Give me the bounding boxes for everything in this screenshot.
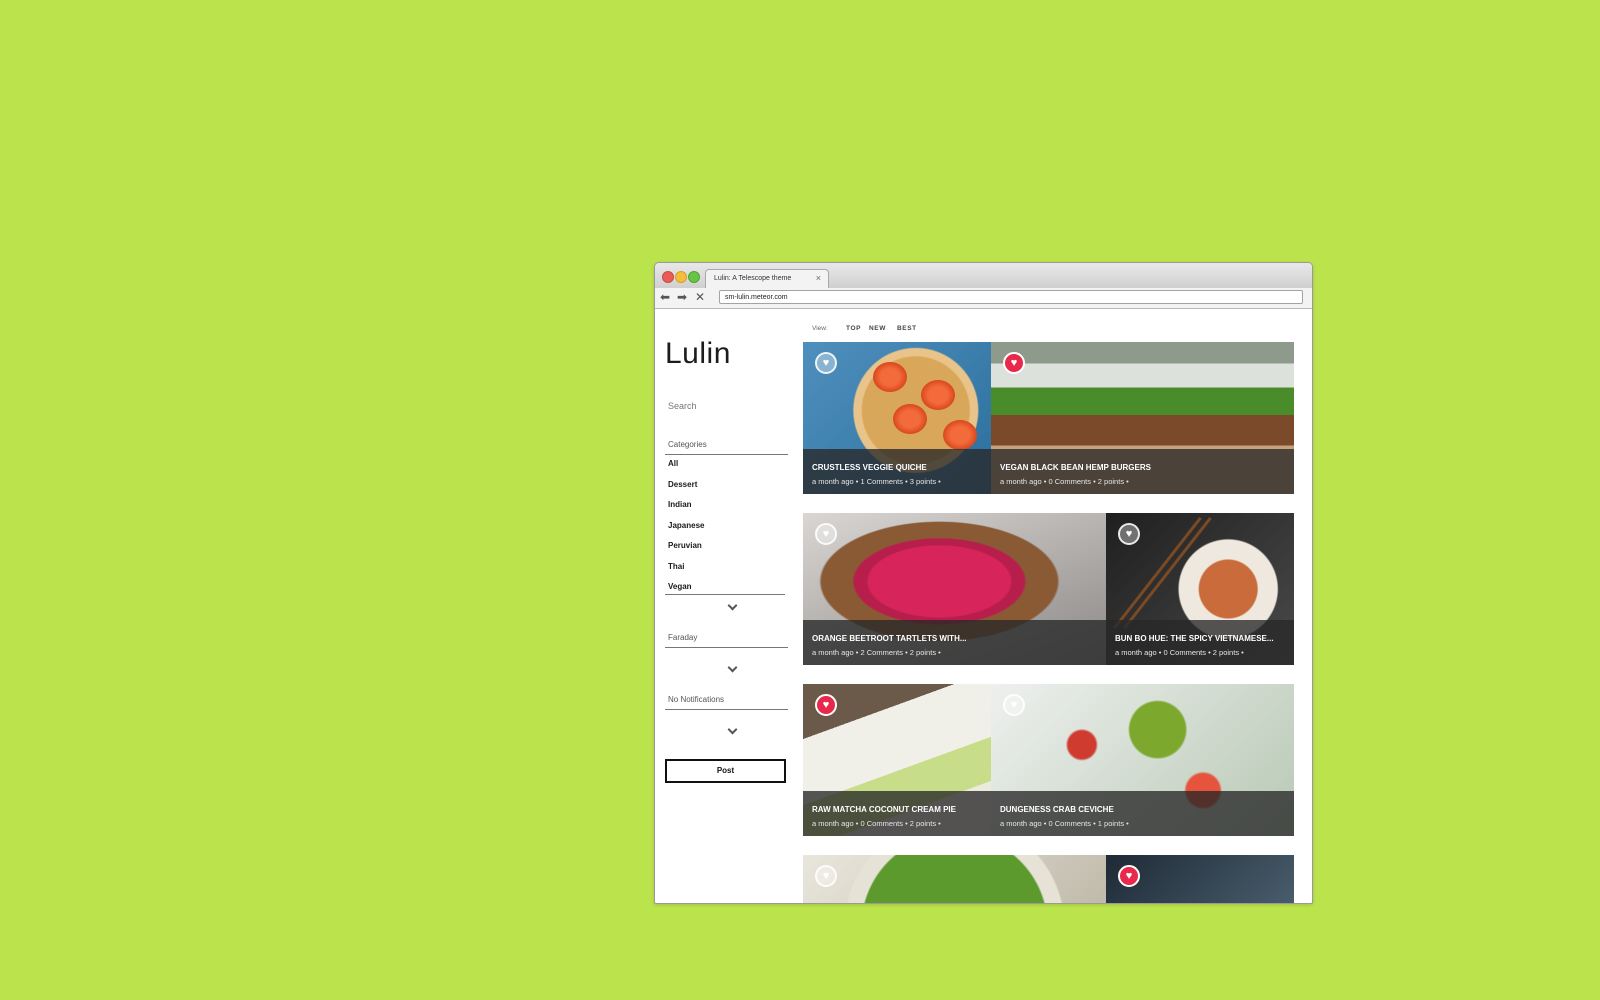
- post-card[interactable]: ♥ RAW MATCHA COCONUT CREAM PIE a month a…: [803, 684, 991, 836]
- post-meta: a month ago • 0 Comments • 2 points •: [1000, 477, 1129, 486]
- stop-icon[interactable]: ✕: [695, 290, 705, 304]
- post-card[interactable]: ♥ ORANGE BEETROOT TARTLETS WITH... a mon…: [803, 513, 1106, 665]
- view-option-top[interactable]: TOP: [846, 325, 861, 332]
- category-item-all[interactable]: All: [668, 459, 785, 480]
- category-item-vegan[interactable]: Vegan: [668, 582, 785, 603]
- site-logo[interactable]: Lulin: [665, 337, 731, 371]
- back-arrow-icon[interactable]: ⬅: [660, 290, 670, 304]
- category-item-peruvian[interactable]: Peruvian: [668, 541, 785, 562]
- user-menu-label[interactable]: Faraday: [665, 633, 788, 648]
- category-list: All Dessert Indian Japanese Peruvian Tha…: [668, 459, 785, 603]
- post-card[interactable]: ♥: [1106, 855, 1294, 903]
- browser-toolbar: ⬅ ➡ ✕ sm-lulin.meteor.com: [655, 288, 1312, 309]
- maximize-window-button[interactable]: [688, 271, 700, 283]
- close-window-button[interactable]: [662, 271, 674, 283]
- post-overlay: BUN BO HUE: THE SPICY VIETNAMESE... a mo…: [1106, 620, 1294, 665]
- post-meta: a month ago • 1 Comments • 3 points •: [812, 477, 941, 486]
- post-title[interactable]: VEGAN BLACK BEAN HEMP BURGERS: [1000, 463, 1286, 472]
- post-title[interactable]: CRUSTLESS VEGGIE QUICHE: [812, 463, 983, 472]
- view-option-new[interactable]: NEW: [869, 325, 886, 332]
- user-menu-chevron-icon[interactable]: [728, 664, 736, 672]
- post-meta: a month ago • 2 Comments • 2 points •: [812, 648, 941, 657]
- post-meta: a month ago • 0 Comments • 2 points •: [812, 819, 941, 828]
- post-card[interactable]: ♥ DUNGENESS CRAB CEVICHE a month ago • 0…: [991, 684, 1294, 836]
- category-item-indian[interactable]: Indian: [668, 500, 785, 521]
- heart-icon[interactable]: ♥: [815, 865, 837, 887]
- category-item-japanese[interactable]: Japanese: [668, 521, 785, 542]
- view-label: View:: [812, 325, 828, 332]
- post-image: [803, 855, 1106, 903]
- forward-arrow-icon[interactable]: ➡: [677, 290, 687, 304]
- heart-icon[interactable]: ♥: [815, 352, 837, 374]
- post-title[interactable]: RAW MATCHA COCONUT CREAM PIE: [812, 805, 983, 814]
- tab-close-icon[interactable]: ×: [816, 273, 821, 283]
- page-content: Lulin Search Categories All Dessert Indi…: [655, 309, 1312, 903]
- browser-tab[interactable]: Lulin: A Telescope theme ×: [705, 269, 829, 289]
- search-input[interactable]: Search: [668, 401, 697, 411]
- categories-expand-chevron-icon[interactable]: [728, 602, 736, 610]
- heart-icon[interactable]: ♥: [1118, 865, 1140, 887]
- post-overlay: CRUSTLESS VEGGIE QUICHE a month ago • 1 …: [803, 449, 991, 494]
- browser-titlebar: Lulin: A Telescope theme ×: [655, 263, 1312, 289]
- post-title[interactable]: ORANGE BEETROOT TARTLETS WITH...: [812, 634, 1098, 643]
- post-overlay: RAW MATCHA COCONUT CREAM PIE a month ago…: [803, 791, 991, 836]
- post-overlay: ORANGE BEETROOT TARTLETS WITH... a month…: [803, 620, 1106, 665]
- heart-icon[interactable]: ♥: [1003, 694, 1025, 716]
- address-bar[interactable]: sm-lulin.meteor.com: [719, 290, 1303, 304]
- categories-divider: [665, 594, 785, 595]
- heart-icon[interactable]: ♥: [1118, 523, 1140, 545]
- browser-window: Lulin: A Telescope theme × ⬅ ➡ ✕ sm-luli…: [654, 262, 1313, 904]
- view-option-best[interactable]: BEST: [897, 325, 917, 332]
- notifications-label[interactable]: No Notifications: [665, 695, 788, 710]
- category-item-dessert[interactable]: Dessert: [668, 480, 785, 501]
- heart-icon[interactable]: ♥: [815, 694, 837, 716]
- post-card[interactable]: ♥ BUN BO HUE: THE SPICY VIETNAMESE... a …: [1106, 513, 1294, 665]
- post-card[interactable]: ♥ VEGAN BLACK BEAN HEMP BURGERS a month …: [991, 342, 1294, 494]
- post-overlay: VEGAN BLACK BEAN HEMP BURGERS a month ag…: [991, 449, 1294, 494]
- notifications-chevron-icon[interactable]: [728, 726, 736, 734]
- post-button[interactable]: Post: [665, 759, 786, 783]
- post-meta: a month ago • 0 Comments • 2 points •: [1115, 648, 1244, 657]
- post-meta: a month ago • 0 Comments • 1 points •: [1000, 819, 1129, 828]
- post-title[interactable]: DUNGENESS CRAB CEVICHE: [1000, 805, 1286, 814]
- post-card[interactable]: ♥: [803, 855, 1106, 903]
- categories-label: Categories: [665, 440, 788, 455]
- heart-icon[interactable]: ♥: [1003, 352, 1025, 374]
- post-card[interactable]: ♥ CRUSTLESS VEGGIE QUICHE a month ago • …: [803, 342, 991, 494]
- post-overlay: DUNGENESS CRAB CEVICHE a month ago • 0 C…: [991, 791, 1294, 836]
- heart-icon[interactable]: ♥: [815, 523, 837, 545]
- minimize-window-button[interactable]: [675, 271, 687, 283]
- tab-title: Lulin: A Telescope theme: [714, 275, 792, 282]
- category-item-thai[interactable]: Thai: [668, 562, 785, 583]
- post-title[interactable]: BUN BO HUE: THE SPICY VIETNAMESE...: [1115, 634, 1286, 643]
